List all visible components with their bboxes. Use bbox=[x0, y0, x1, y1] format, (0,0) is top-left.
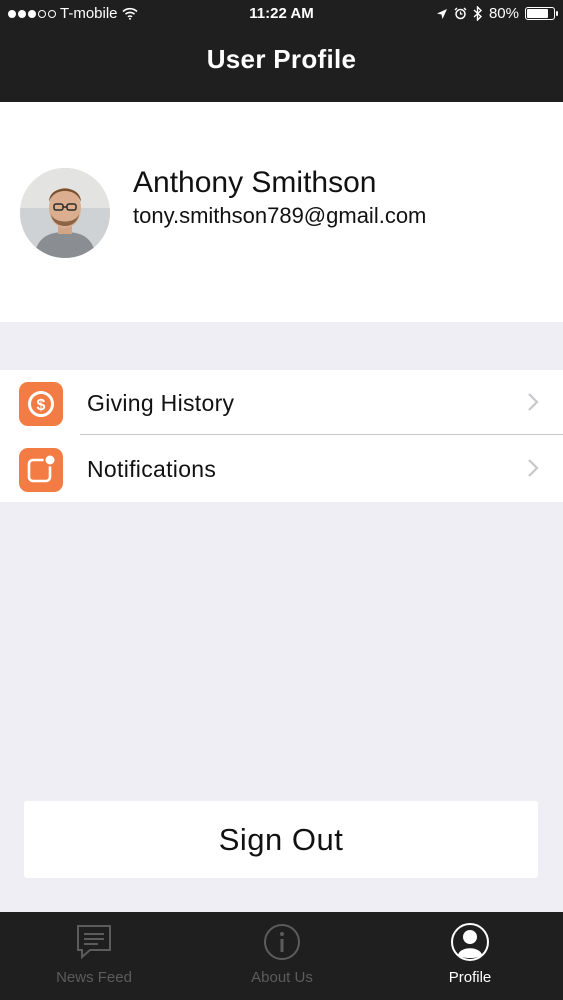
battery-percent: 80% bbox=[488, 5, 519, 22]
bluetooth-icon bbox=[473, 6, 482, 21]
tab-bar: News Feed About Us Profile bbox=[0, 912, 563, 1000]
status-bar: T-mobile 11:22 AM 80% bbox=[0, 0, 563, 30]
menu-item-notifications[interactable]: Notifications bbox=[0, 436, 563, 501]
battery-fill bbox=[527, 9, 548, 18]
chevron-right-icon bbox=[528, 393, 539, 411]
chevron-right-icon bbox=[528, 459, 539, 477]
tab-news-feed[interactable]: News Feed bbox=[0, 912, 188, 1000]
tab-profile[interactable]: Profile bbox=[376, 912, 563, 1000]
svg-text:$: $ bbox=[37, 397, 46, 414]
settings-menu: $ Giving History Notifications bbox=[0, 370, 563, 502]
notification-badge-icon bbox=[19, 448, 63, 492]
info-icon bbox=[264, 924, 300, 960]
menu-item-giving-history[interactable]: $ Giving History bbox=[0, 370, 563, 435]
menu-item-label: Giving History bbox=[87, 390, 235, 416]
profile-header: Anthony Smithson tony.smithson789@gmail.… bbox=[0, 102, 563, 322]
profile-name: Anthony Smithson bbox=[133, 166, 377, 199]
top-bar: T-mobile 11:22 AM 80% User Profile bbox=[0, 0, 563, 102]
tab-label: News Feed bbox=[56, 969, 132, 986]
menu-item-label: Notifications bbox=[87, 456, 217, 482]
battery-icon bbox=[525, 7, 558, 20]
divider bbox=[80, 434, 563, 435]
location-arrow-icon bbox=[436, 8, 447, 19]
user-photo-icon bbox=[20, 168, 110, 258]
avatar bbox=[20, 168, 110, 258]
dollar-coin-icon: $ bbox=[19, 382, 63, 426]
chat-bubble-icon bbox=[77, 925, 111, 960]
alarm-icon bbox=[454, 7, 467, 20]
profile-email: tony.smithson789@gmail.com bbox=[133, 203, 427, 228]
person-icon bbox=[451, 923, 489, 961]
tab-label: About Us bbox=[251, 969, 313, 986]
sign-out-button[interactable]: Sign Out bbox=[24, 801, 538, 878]
page-title: User Profile bbox=[206, 44, 357, 74]
tab-label: Profile bbox=[448, 969, 492, 986]
status-right: 80% bbox=[436, 5, 558, 22]
tab-about-us[interactable]: About Us bbox=[188, 912, 376, 1000]
